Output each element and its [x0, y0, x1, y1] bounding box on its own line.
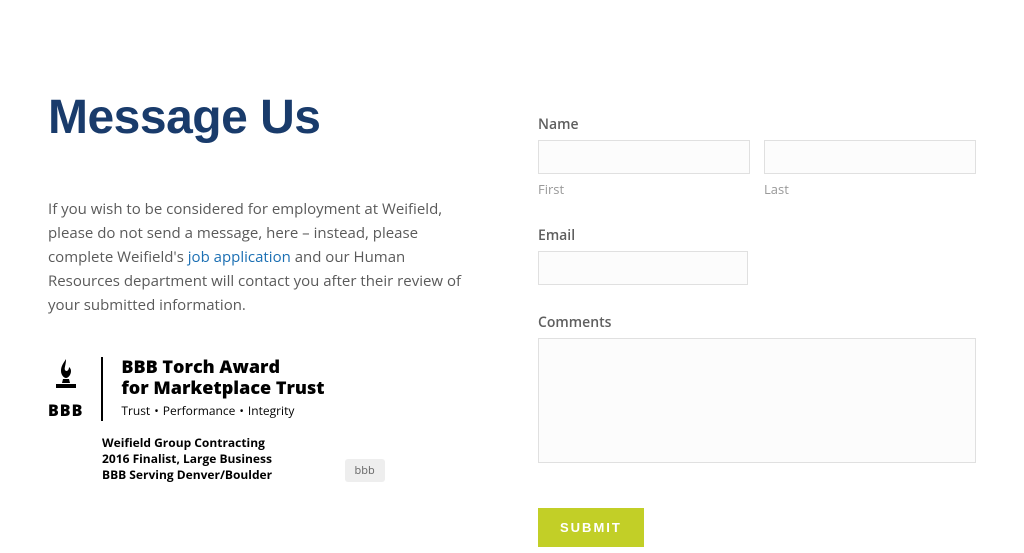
badge-meta-company: Weifield Group Contracting — [102, 435, 325, 451]
vertical-divider — [101, 357, 103, 421]
award-title-line2: for Marketplace Trust — [121, 378, 324, 399]
submit-button[interactable]: SUBMIT — [538, 508, 644, 547]
award-sub-integ: Integrity — [248, 402, 294, 419]
last-name-sublabel: Last — [764, 180, 976, 198]
intro-paragraph: If you wish to be considered for employm… — [48, 197, 478, 317]
comments-label: Comments — [538, 313, 976, 332]
page-title: Message Us — [48, 90, 478, 145]
name-label: Name — [538, 115, 976, 134]
bbb-mark-text: BBB — [48, 399, 83, 421]
bbb-award-badge: BBB BBB Torch Award for Marketplace Trus… — [48, 357, 325, 421]
badge-caption: bbb — [345, 459, 385, 482]
torch-icon — [51, 357, 81, 401]
award-sub-perf: Performance — [163, 402, 236, 419]
last-name-input[interactable] — [764, 140, 976, 174]
badge-meta-finalist: 2016 Finalist, Large Business — [102, 451, 325, 467]
email-input[interactable] — [538, 251, 748, 285]
award-sub-trust: Trust — [121, 402, 150, 419]
award-subtitle: Trust•Performance•Integrity — [121, 402, 324, 419]
badge-meta: Weifield Group Contracting 2016 Finalist… — [102, 435, 325, 484]
bbb-logo: BBB — [48, 357, 83, 421]
first-name-input[interactable] — [538, 140, 750, 174]
job-application-link[interactable]: job application — [188, 247, 291, 267]
comments-textarea[interactable] — [538, 338, 976, 463]
badge-meta-region: BBB Serving Denver/Boulder — [102, 467, 325, 483]
first-name-sublabel: First — [538, 180, 750, 198]
email-label: Email — [538, 226, 976, 245]
award-title-line1: BBB Torch Award — [121, 357, 324, 378]
